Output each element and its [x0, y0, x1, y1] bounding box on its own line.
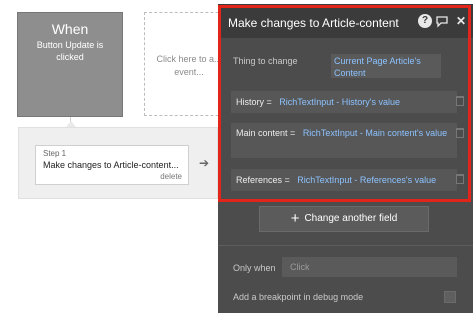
comment-icon[interactable] [435, 14, 449, 28]
change-another-field-label: Change another field [304, 213, 398, 224]
field-value[interactable]: RichTextInput - References's value [297, 175, 436, 185]
step-delete-link[interactable]: delete [160, 172, 182, 181]
step-card[interactable]: Step 1 Make changes to Article-content..… [35, 145, 189, 185]
step-number: Step 1 [43, 149, 67, 158]
field-value[interactable]: RichTextInput - History's value [279, 97, 400, 107]
field-row-references[interactable]: References = RichTextInput - References'… [231, 169, 457, 191]
trigger-title: When [51, 21, 89, 37]
trash-icon[interactable] [456, 174, 464, 184]
field-name: References = [236, 175, 290, 185]
field-name: Main content = [236, 128, 296, 138]
breakpoint-label: Add a breakpoint in debug mode [233, 292, 364, 302]
field-value[interactable]: RichTextInput - Main content's value [303, 128, 447, 138]
step-panel: Step 1 Make changes to Article-content..… [18, 127, 218, 199]
field-row-history[interactable]: History = RichTextInput - History's valu… [231, 91, 457, 113]
trash-icon[interactable] [456, 128, 464, 138]
change-another-field-button[interactable]: + Change another field [259, 206, 429, 232]
help-icon[interactable]: ? [418, 14, 432, 28]
only-when-input[interactable]: Click [282, 257, 457, 277]
arrow-right-icon[interactable]: ➔ [199, 156, 209, 170]
plus-icon: + [290, 210, 300, 227]
step-title: Make changes to Article-content... [43, 160, 179, 170]
trigger-subtitle: Button Update is clicked [36, 40, 104, 62]
thing-to-change-label: Thing to change [233, 56, 298, 66]
trigger-event-box[interactable]: When Button Update is clicked [17, 12, 123, 117]
only-when-label: Only when [233, 263, 276, 273]
thing-to-change-value[interactable]: Current Page Article's Content [331, 54, 441, 78]
divider [218, 245, 473, 246]
field-row-main-content[interactable]: Main content = RichTextInput - Main cont… [231, 123, 457, 158]
trash-icon[interactable] [456, 96, 464, 106]
breakpoint-checkbox[interactable] [444, 291, 456, 303]
field-name: History = [236, 97, 272, 107]
editor-title: Make changes to Article-content [228, 16, 399, 30]
editor-header: Make changes to Article-content ? ✕ [218, 4, 473, 38]
close-icon[interactable]: ✕ [454, 14, 468, 28]
